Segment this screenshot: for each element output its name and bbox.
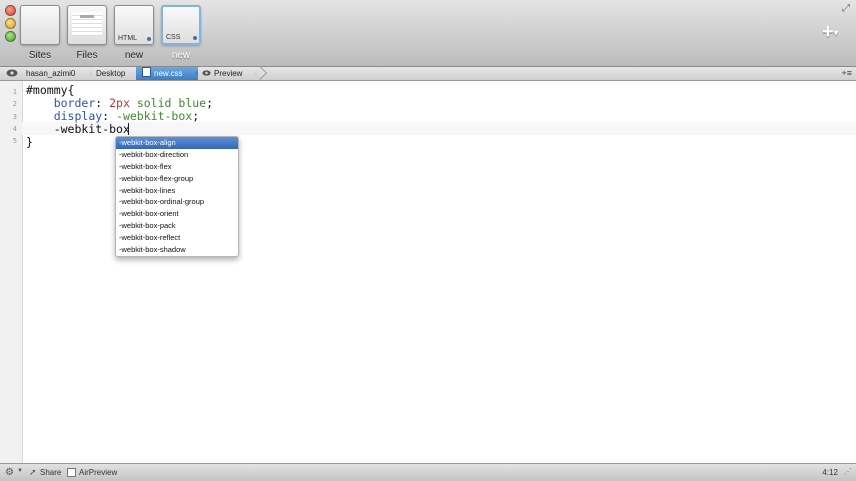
minimize-window-button[interactable] [5,18,16,29]
autocomplete-item[interactable]: -webkit-box-flex-group [116,173,238,185]
autocomplete-item[interactable]: -webkit-box-ordinal-group [116,196,238,208]
autocomplete-item[interactable]: -webkit-box-lines [116,185,238,197]
breadcrumb-label: new.css [154,69,183,78]
doc-indicator-icon [193,36,197,40]
share-icon[interactable]: ➚ [29,467,37,478]
add-document-button[interactable]: +▾ [822,22,838,43]
autocomplete-item[interactable]: -webkit-box-align [116,137,238,149]
cursor-position: 4:12 [822,468,838,477]
toolbar-item-files[interactable]: Files [67,5,107,61]
status-bar: ⚙ ▼ ➚ Share AirPreview 4:12 ⋰ [0,463,856,481]
code-line: } [26,135,33,149]
share-button[interactable]: Share [40,468,61,477]
zoom-window-button[interactable] [5,31,16,42]
autocomplete-list[interactable]: -webkit-box-align -webkit-box-direction … [115,136,239,257]
line-number: 2 [12,100,17,108]
toolbar-item-label: Files [76,50,98,61]
chevron-down-icon[interactable]: ▼ [17,468,23,474]
airpreview-checkbox[interactable] [67,468,76,477]
resize-grip-icon[interactable]: ⋰ [844,467,852,476]
doc-indicator-icon [147,37,151,41]
line-number-gutter: 1 2 3 4 5 [0,81,23,463]
autocomplete-item[interactable]: -webkit-box-orient [116,208,238,220]
breadcrumb-label: hasan_azimi0 [26,69,76,78]
line-number: 1 [12,88,17,96]
autocomplete-item[interactable]: -webkit-box-direction [116,149,238,161]
css-file-icon [142,67,151,77]
close-window-button[interactable] [5,5,16,16]
fullscreen-icon[interactable]: ⤢ [842,3,850,14]
line-number: 4 [12,125,17,133]
thumb-type-label: CSS [166,34,181,41]
html-doc-thumbnail: HTML [114,5,154,45]
text-caret [128,123,129,135]
line-number: 5 [12,137,17,145]
autocomplete-item[interactable]: -webkit-box-pack [116,220,238,232]
eye-icon [202,67,211,80]
path-bar: hasan_azimi0 Desktop new.css Preview +≡ [0,67,856,81]
toolbar-item-label: Sites [28,50,52,61]
breadcrumb-desktop[interactable]: Desktop [92,67,142,80]
autocomplete-item[interactable]: -webkit-box-flex [116,161,238,173]
autocomplete-item[interactable]: -webkit-box-reflect [116,232,238,244]
split-view-icon[interactable]: +≡ [841,68,852,78]
eye-icon[interactable] [6,69,18,79]
plus-icon: + [822,21,834,43]
toolbar-item-css-doc[interactable]: CSS new [157,1,205,62]
thumb-type-label: HTML [118,35,138,42]
sites-thumbnail [20,5,60,45]
toolbar-item-label: new [124,50,144,61]
breadcrumb-label: Desktop [96,69,126,78]
breadcrumb-user[interactable]: hasan_azimi0 [22,67,96,80]
top-toolbar: Sites Files HTML new CSS new +▾ ⤢ [0,0,856,67]
css-doc-thumbnail: CSS [161,5,201,45]
toolbar-item-sites[interactable]: Sites [20,5,60,61]
toolbar-item-label: new [171,50,191,61]
preview-tab[interactable]: Preview [198,67,260,80]
preview-label: Preview [214,69,243,78]
toolbar-item-html-doc[interactable]: HTML new [114,5,154,61]
files-thumbnail [67,5,107,45]
code-line: -webkit-box [26,122,130,136]
gear-icon[interactable]: ⚙ [5,467,14,478]
breadcrumb-file[interactable]: new.css [136,67,202,80]
line-number: 3 [12,113,17,121]
autocomplete-item[interactable]: -webkit-box-shadow [116,244,238,256]
airpreview-label: AirPreview [79,468,118,477]
